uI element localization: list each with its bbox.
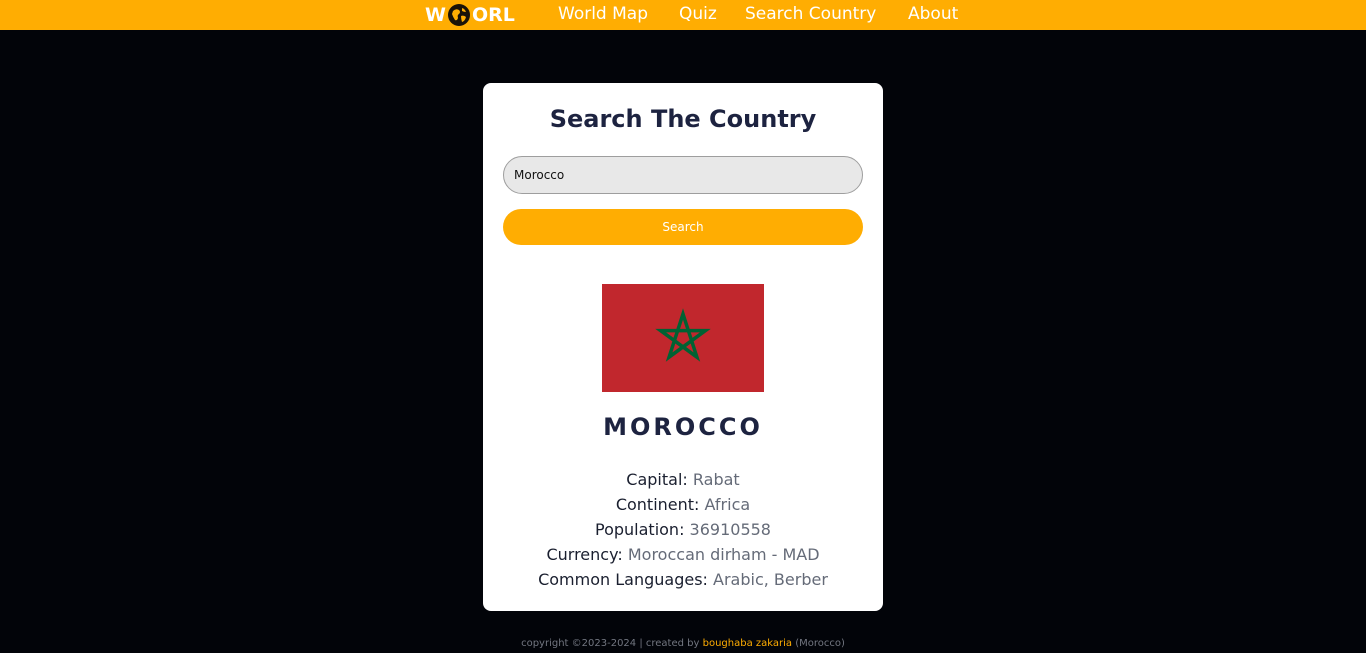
globe-icon bbox=[447, 4, 470, 26]
detail-value: Rabat bbox=[692, 470, 740, 489]
detail-languages: Common Languages: Arabic, Berber bbox=[483, 567, 883, 592]
page-title: Search The Country bbox=[549, 105, 817, 133]
detail-population: Population: 36910558 bbox=[483, 517, 883, 542]
detail-continent: Continent: Africa bbox=[483, 492, 883, 517]
footer-author-link[interactable]: boughaba zakaria bbox=[703, 638, 792, 649]
search-button[interactable]: Search bbox=[503, 209, 863, 245]
nav-link-quiz[interactable]: Quiz bbox=[679, 4, 717, 24]
footer: copyright ©2023-2024 | created by bougha… bbox=[0, 638, 1366, 649]
country-name: MOROCCO bbox=[603, 413, 763, 441]
morocco-flag-icon bbox=[602, 284, 764, 392]
country-details: Capital: Rabat Continent: Africa Populat… bbox=[483, 467, 883, 592]
detail-label: Continent: bbox=[615, 495, 700, 514]
footer-copyright: copyright ©2023-2024 | created by bbox=[521, 638, 703, 649]
detail-label: Capital: bbox=[626, 470, 688, 489]
country-search-input[interactable] bbox=[503, 156, 863, 194]
detail-value: Moroccan dirham - MAD bbox=[627, 545, 820, 564]
detail-label: Currency: bbox=[546, 545, 623, 564]
top-navbar: W ORL World Map Quiz Search Country Abou… bbox=[0, 0, 1366, 30]
detail-label: Common Languages: bbox=[538, 570, 708, 589]
detail-value: 36910558 bbox=[689, 520, 771, 539]
footer-country: (Morocco) bbox=[792, 638, 845, 649]
nav-link-search-country[interactable]: Search Country bbox=[745, 4, 876, 24]
detail-currency: Currency: Moroccan dirham - MAD bbox=[483, 542, 883, 567]
detail-label: Population: bbox=[595, 520, 685, 539]
country-flag bbox=[602, 284, 764, 392]
nav-link-world-map[interactable]: World Map bbox=[558, 4, 648, 24]
nav-link-about[interactable]: About bbox=[908, 4, 958, 24]
search-card: Search The Country Search MOROCCO Capita… bbox=[483, 83, 883, 611]
detail-capital: Capital: Rabat bbox=[483, 467, 883, 492]
detail-value: Africa bbox=[704, 495, 751, 514]
detail-value: Arabic, Berber bbox=[713, 570, 828, 589]
logo-text-left: W bbox=[425, 4, 446, 26]
logo-text-right: ORL bbox=[471, 4, 515, 26]
site-logo[interactable]: W ORL bbox=[425, 3, 515, 27]
